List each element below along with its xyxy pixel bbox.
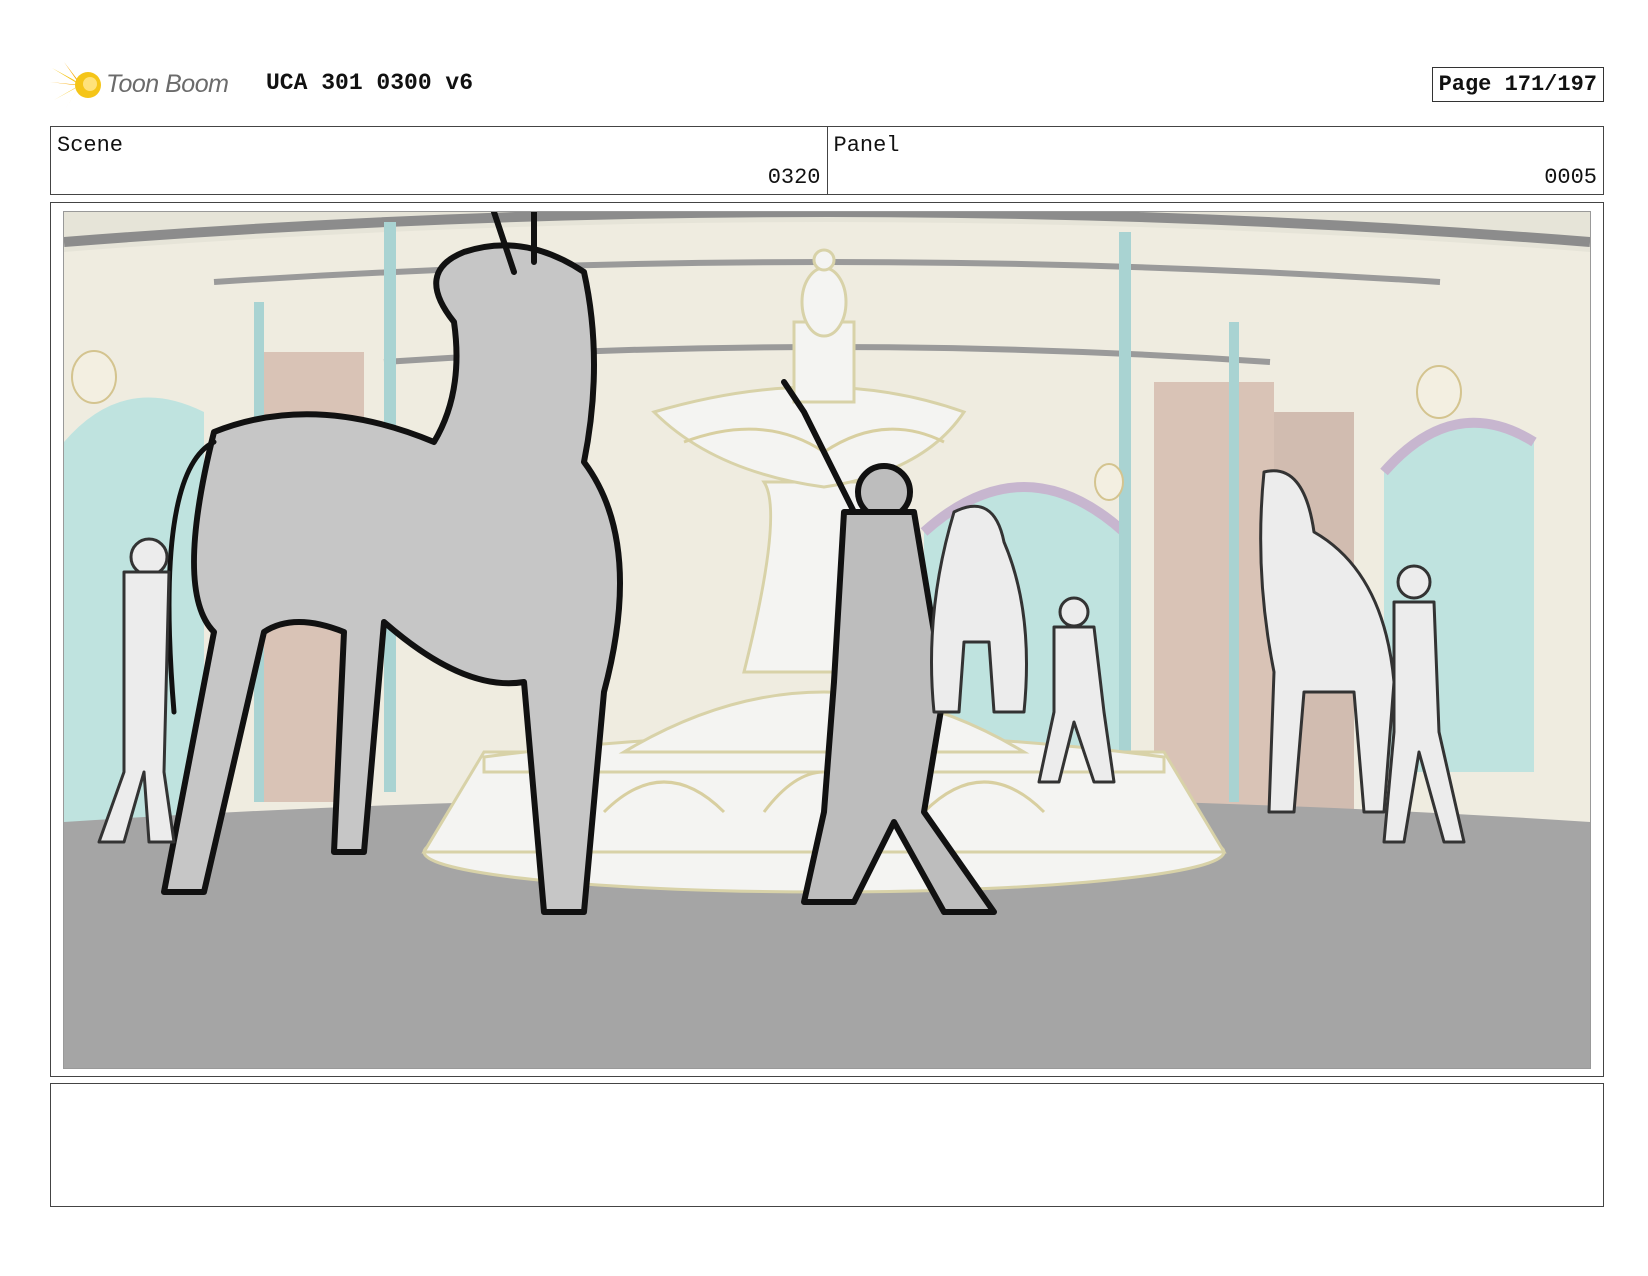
panel-notes-box [50,1083,1604,1207]
storyboard-panel-frame [50,202,1604,1077]
panel-cell: Panel 0005 [826,127,1604,194]
panel-label: Panel [833,133,900,158]
scene-cell: Scene 0320 [51,127,827,194]
logo-text: Toon Boom [106,70,229,98]
starburst-icon [50,62,101,108]
storyboard-panel-image [63,211,1591,1069]
toon-boom-logo: Toon Boom [50,60,250,110]
scene-number: 0320 [767,165,821,190]
page-header: Toon Boom UCA 301 0300 v6 Page 171/197 [50,56,1604,114]
scene-panel-info: Scene 0320 Panel 0005 [50,126,1604,195]
scene-label: Scene [57,133,124,158]
panel-number: 0005 [1544,165,1597,190]
storyboard-sketch [64,212,1590,1068]
document-title: UCA 301 0300 v6 [266,70,474,96]
page-indicator: Page 171/197 [1431,67,1604,102]
